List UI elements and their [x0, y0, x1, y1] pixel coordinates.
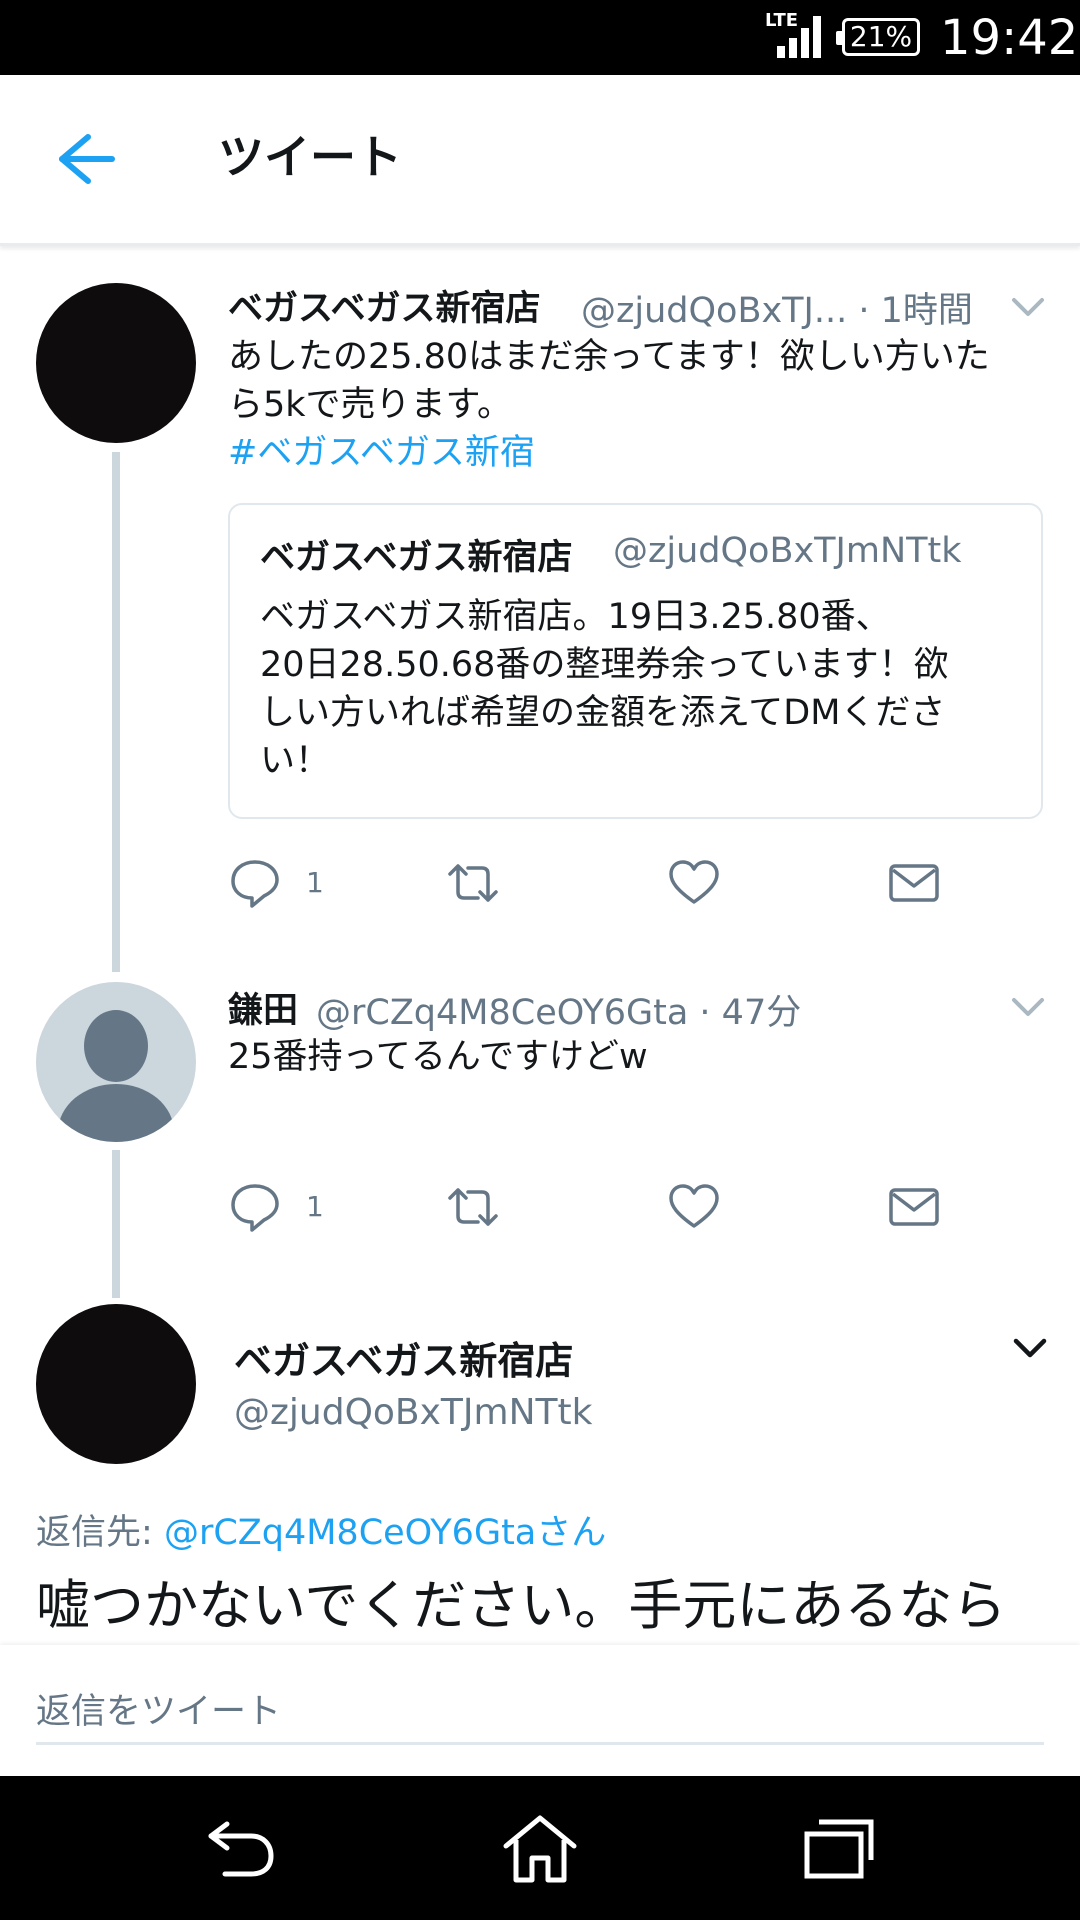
battery-level: 21% [849, 20, 913, 53]
nav-back-icon[interactable] [205, 1816, 277, 1880]
app-header: ツイート [0, 75, 1080, 246]
avatar[interactable] [36, 283, 196, 443]
quote-text: い！ [260, 741, 331, 781]
avatar[interactable] [36, 982, 196, 1142]
nav-recents-icon[interactable] [803, 1816, 875, 1880]
reply-input[interactable]: 返信をツイート [36, 1685, 1044, 1745]
like-icon[interactable] [667, 856, 721, 910]
tweet-handle: @zjudQoBxTJmNTtk [234, 1392, 593, 1433]
quote-text: ベガスベガス新宿店。19日3.25.80番、 [260, 597, 891, 637]
reply-icon[interactable] [228, 856, 282, 910]
quote-text: しい方いれば希望の金額を添えてDMくださ [260, 693, 946, 733]
tweet-text: ら5kで売ります。 [228, 385, 513, 425]
reply-to-label: 返信先: [36, 1513, 153, 1553]
quote-author-name: ベガスベガス新宿店 [260, 538, 573, 578]
tweet-text: 25番持ってるんですけどw [228, 1037, 648, 1077]
dm-icon[interactable] [887, 1180, 941, 1234]
reply-count: 1 [306, 1190, 324, 1223]
reply-icon[interactable] [228, 1180, 282, 1234]
nav-home-icon[interactable] [500, 1812, 580, 1884]
tweet-handle-time: @zjudQoBxTJ... · 1時間 [581, 291, 973, 331]
dm-icon[interactable] [887, 856, 941, 910]
default-avatar-icon [58, 1010, 174, 1142]
like-icon[interactable] [667, 1180, 721, 1234]
hashtag-link[interactable]: #ベガスベガス新宿 [228, 429, 535, 477]
system-nav-bar [0, 1776, 1080, 1920]
battery-icon: 21% [836, 18, 920, 56]
quote-handle: @zjudQoBxTJmNTtk [613, 531, 962, 571]
retweet-icon[interactable] [446, 856, 500, 910]
avatar[interactable] [36, 1304, 196, 1464]
status-bar: LTE 21% 19:42 [0, 0, 1080, 75]
reply-to-user-link[interactable]: @rCZq4M8CeOY6Gtaさん [164, 1513, 606, 1553]
tweet-handle-time: @rCZq4M8CeOY6Gta · 47分 [316, 993, 802, 1033]
chevron-down-icon[interactable] [1008, 992, 1048, 1022]
tweet-author-name[interactable]: ベガスベガス新宿店 [234, 1330, 573, 1385]
tweet-text: あしたの25.80はまだ余ってます！欲しい方いた [228, 337, 990, 377]
tweet-author-name[interactable]: ベガスベガス新宿店 [228, 280, 541, 331]
thread-line [112, 452, 120, 972]
quoted-tweet-card[interactable]: ベガスベガス新宿店 @zjudQoBxTJmNTtk ベガスベガス新宿店。19日… [228, 503, 1043, 819]
chevron-down-icon[interactable] [1008, 292, 1048, 322]
tweet-text: 嘘つかないでください。手元にあるなら [36, 1574, 1007, 1637]
thread-line [112, 1150, 120, 1298]
quote-text: 20日28.50.68番の整理券余っています！欲 [260, 645, 949, 685]
reply-bar: 返信をツイート [0, 1645, 1080, 1775]
reply-to-line: 返信先: @rCZq4M8CeOY6Gtaさん [36, 1504, 606, 1555]
retweet-icon[interactable] [446, 1180, 500, 1234]
clock: 19:42 [940, 10, 1079, 66]
tweet-author-name[interactable]: 鎌田 [228, 982, 298, 1033]
back-arrow-icon[interactable] [40, 129, 130, 189]
signal-icon [777, 16, 821, 58]
chevron-down-icon[interactable] [1010, 1333, 1050, 1363]
reply-count: 1 [306, 866, 324, 899]
page-title: ツイート [218, 130, 402, 184]
